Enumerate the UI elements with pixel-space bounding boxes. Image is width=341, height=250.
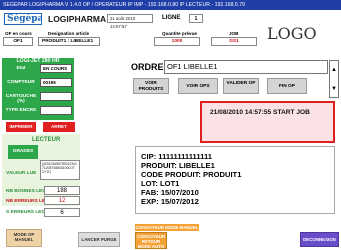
info-exp: EXP: 15/07/2012 [141,197,199,206]
info-code-produit: CODE PRODUIT: PRODUIT1 [141,170,242,179]
lecteur-title: LECTEUR [32,137,61,143]
arrow-down-icon[interactable]: ▼ [330,80,338,99]
type-encre-field [40,106,72,115]
cartouche-label: CARTOUCHE (%) [5,94,37,104]
grades-button[interactable]: GRADES [8,145,38,159]
valeur-lue-label: VALEUR LUE [6,171,37,176]
mode-op-manuel-button[interactable]: MODE OP MANUEL [6,229,42,247]
info-lot: LOT: LOT1 [141,179,180,188]
info-cip: CIP: 11111111111111 [141,152,212,161]
printer-panel: LOGI-JET 280 HR Etat EN COURS COMPTEUR 0… [2,58,74,120]
cartouche-field [40,92,72,101]
job-status-text: 21/08/2010 14:57:55 START JOB [210,109,310,116]
lecteur-panel: LECTEUR GRADES VALEUR LUE ]d201034567890… [2,134,80,206]
voir-ops-button[interactable]: VOIR OPS [178,78,218,94]
etat-field: EN COURS [40,64,72,73]
ordre-select[interactable]: OF1 LIBELLE1 [164,60,328,74]
ligne-label: LIGNE [162,15,181,21]
info-fab: FAB: 15/07/2010 [141,188,199,197]
etat-label: Etat [16,66,26,71]
ordre-label: ORDRE [131,62,164,72]
datetime-display: 21 août 2010 14:57:57 [107,14,153,29]
brand-logo: Ségépar [4,13,42,25]
bonnes-lectures-field: 188 [44,186,80,195]
deconnexion-button[interactable]: DECONNEXION [300,232,339,247]
valeur-lue-field: ]d2010345678901234171205708800100LOT1 21 [40,160,80,180]
voir-produits-button[interactable]: VOIR PRODUITS [133,78,169,94]
quantite-label: Quantite prévue [162,31,197,36]
arrow-up-icon[interactable]: ▲ [330,61,338,80]
designation-field: PRODUIT1 : LIBELLE1 [38,37,100,46]
ligne-field[interactable]: 1 [189,14,203,23]
quantite-field: 1000 [154,37,200,46]
of-label: OF en cours [5,31,32,36]
fin-op-button[interactable]: FIN OP [267,78,307,94]
compteur-label: COMPTEUR [7,80,35,85]
valider-op-button[interactable]: VALIDER OP [223,78,259,94]
product-info-box: CIP: 11111111111111 PRODUIT: LIBELLE1 CO… [135,146,335,214]
job-label: JOB [229,31,239,36]
header: Ségépar LOGIPHARMA 21 août 2010 14:57:57… [0,10,341,55]
imprimer-button[interactable]: IMPRIMER [6,122,36,132]
lancer-purge-button[interactable]: LANCER PURGE [78,232,120,247]
arret-button[interactable]: ARRET [43,122,75,132]
type-encre-label: TYPE ENCRE [5,108,37,113]
client-logo-placeholder: LOGO [267,24,317,43]
compteur-field: 00195 [40,78,72,87]
of-field: OF1 [3,37,33,46]
designation-label: Designation article [48,31,90,36]
ordre-area: ORDRE OF1 LIBELLE1 ▲ ▼ VOIR PRODUITS VOI… [127,58,339,100]
erreurs-field: 12 [44,196,80,205]
job-field: GS1 [211,37,257,46]
blank-panel [128,101,194,145]
info-produit: PRODUIT: LIBELLE1 [141,161,215,170]
convoyeur-mode-banner: CONVOYEUR MODE MANUEL [135,224,199,231]
ordre-scroll[interactable]: ▲ ▼ [329,60,339,98]
window-titlebar: SEGEPAR LOGIPHARMA V 1.4.0 OP / OPERATEU… [0,0,341,10]
app-name: LOGIPHARMA [48,14,107,24]
job-status-box: 21/08/2010 14:57:55 START JOB [200,101,335,143]
erreurs-lecture-field: 6 [44,208,80,217]
convoyeur-retour-auto-button[interactable]: CONVOYEUR RETOUR MODE AUTO [135,232,167,249]
